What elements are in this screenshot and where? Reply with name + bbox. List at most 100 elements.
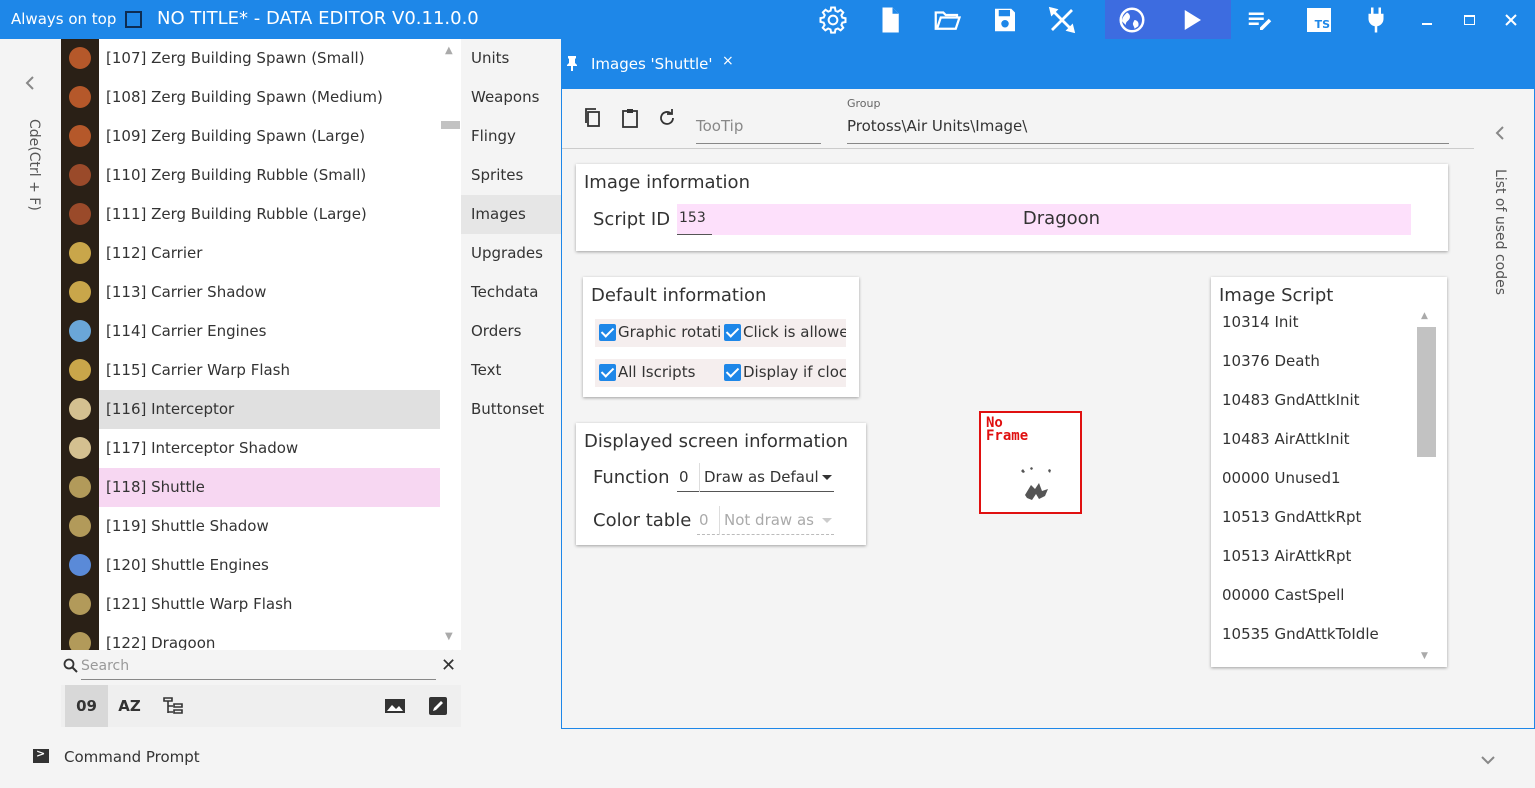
copy-icon[interactable]: [582, 107, 604, 129]
minimize-button[interactable]: [1406, 0, 1448, 39]
list-item[interactable]: [117] Interceptor Shadow: [61, 429, 440, 468]
nav-item-upgrades[interactable]: Upgrades: [461, 234, 561, 273]
tree-view-icon[interactable]: [151, 685, 194, 727]
script-item[interactable]: 10483 AirAttkInit: [1222, 430, 1350, 448]
list-item-label: [110] Zerg Building Rubble (Small): [106, 166, 367, 184]
item-thumbnail: [61, 195, 99, 234]
list-scrollbar[interactable]: ▲ ▼: [440, 39, 461, 650]
image-script-list[interactable]: 10314 Init 10376 Death 10483 GndAttkInit 10…: [1211, 313, 1447, 667]
chevron-left-icon[interactable]: [1494, 125, 1506, 145]
script-id-input[interactable]: 153: [677, 204, 712, 235]
list-item[interactable]: [108] Zerg Building Spawn (Medium): [61, 78, 440, 117]
list-item[interactable]: [115] Carrier Warp Flash: [61, 351, 440, 390]
script-item[interactable]: 10483 GndAttkInit: [1222, 391, 1360, 409]
list-item[interactable]: [122] Dragoon: [61, 624, 440, 650]
code-search-rail-label[interactable]: Cde(Ctrl + F): [20, 119, 42, 259]
edit-list-icon[interactable]: [1232, 0, 1288, 39]
nav-item-sprites[interactable]: Sprites: [461, 156, 561, 195]
nav-item-flingy[interactable]: Flingy: [461, 117, 561, 156]
globe-icon[interactable]: [1104, 0, 1160, 39]
script-item[interactable]: 00000 Unused1: [1222, 469, 1341, 487]
close-icon[interactable]: ✕: [441, 655, 456, 676]
checkbox-checked-icon: [599, 364, 616, 381]
list-item[interactable]: [110] Zerg Building Rubble (Small): [61, 156, 440, 195]
editor-content: TooTip Group Protoss\Air Units\Image\ Im…: [561, 89, 1535, 729]
sort-alpha-button[interactable]: AZ: [108, 685, 151, 727]
pin-icon[interactable]: [565, 55, 579, 75]
nav-item-buttonset[interactable]: Buttonset: [461, 390, 561, 429]
nav-item-weapons[interactable]: Weapons: [461, 78, 561, 117]
list-item[interactable]: [107] Zerg Building Spawn (Small): [61, 39, 440, 78]
ts-icon[interactable]: TS: [1291, 0, 1347, 39]
script-name-select[interactable]: Dragoon: [712, 204, 1411, 235]
nav-item-orders[interactable]: Orders: [461, 312, 561, 351]
scroll-thumb[interactable]: [441, 121, 460, 129]
maximize-button[interactable]: [1448, 0, 1490, 39]
click-allowed-checkbox[interactable]: Click is allowed: [720, 319, 846, 347]
group-field[interactable]: Protoss\Air Units\Image\: [847, 113, 1449, 144]
item-list[interactable]: [107] Zerg Building Spawn (Small) [108] Z…: [61, 39, 461, 650]
image-preview[interactable]: No Frame: [979, 411, 1082, 514]
tools-icon[interactable]: [1034, 0, 1090, 39]
item-thumbnail: [61, 78, 99, 117]
edit-icon[interactable]: [416, 685, 459, 727]
all-iscripts-checkbox[interactable]: All Iscripts: [595, 359, 720, 387]
chevron-left-icon[interactable]: [24, 75, 36, 95]
used-codes-rail-label[interactable]: List of used codes: [1492, 169, 1508, 295]
list-item[interactable]: [119] Shuttle Shadow: [61, 507, 440, 546]
play-icon[interactable]: [1163, 0, 1219, 39]
command-prompt-label[interactable]: Command Prompt: [64, 748, 200, 766]
list-item[interactable]: [111] Zerg Building Rubble (Large): [61, 195, 440, 234]
file-icon[interactable]: [862, 0, 918, 39]
folder-open-icon[interactable]: [919, 0, 975, 39]
tab-images-shuttle[interactable]: Images 'Shuttle' ×: [561, 39, 745, 89]
list-item-label: [112] Carrier: [106, 244, 203, 262]
list-item[interactable]: [113] Carrier Shadow: [61, 273, 440, 312]
list-item[interactable]: [121] Shuttle Warp Flash: [61, 585, 440, 624]
plug-icon[interactable]: [1348, 0, 1404, 39]
chevron-down-icon[interactable]: [1480, 751, 1496, 769]
nav-item-images[interactable]: Images: [461, 195, 561, 234]
list-item[interactable]: [120] Shuttle Engines: [61, 546, 440, 585]
sort-by-number-button[interactable]: 09: [65, 685, 108, 727]
scroll-thumb[interactable]: [1417, 327, 1436, 457]
list-item[interactable]: [118] Shuttle: [61, 468, 440, 507]
graphic-rotation-checkbox[interactable]: Graphic rotatio: [595, 319, 720, 347]
script-scrollbar[interactable]: ▲ ▼: [1416, 309, 1437, 667]
list-tool-row: 09 AZ: [61, 685, 461, 727]
nav-item-techdata[interactable]: Techdata: [461, 273, 561, 312]
scroll-down-icon[interactable]: ▼: [1421, 651, 1428, 661]
always-on-top-checkbox[interactable]: [125, 11, 142, 28]
thumbnail-sprite: [69, 476, 91, 498]
paste-icon[interactable]: [619, 107, 641, 129]
scroll-down-icon[interactable]: ▼: [445, 631, 453, 642]
thumbnail-sprite: [69, 242, 91, 264]
search-input[interactable]: [81, 653, 436, 680]
sort-alpha-label: AZ: [118, 697, 141, 715]
script-item[interactable]: 00000 CastSpell: [1222, 586, 1344, 604]
image-icon[interactable]: [373, 685, 416, 727]
list-item[interactable]: [112] Carrier: [61, 234, 440, 273]
nav-item-units[interactable]: Units: [461, 39, 561, 78]
list-item[interactable]: [114] Carrier Engines: [61, 312, 440, 351]
tab-close-icon[interactable]: ×: [722, 53, 734, 69]
scroll-up-icon[interactable]: ▲: [445, 45, 453, 56]
function-dropdown[interactable]: 0 Draw as Defaul: [677, 463, 834, 492]
checkbox-checked-icon: [724, 324, 741, 341]
nav-item-text[interactable]: Text: [461, 351, 561, 390]
thumbnail-sprite: [69, 164, 91, 186]
save-icon[interactable]: [977, 0, 1033, 39]
script-item[interactable]: 10376 Death: [1222, 352, 1320, 370]
script-item[interactable]: 10513 GndAttkRpt: [1222, 508, 1361, 526]
gear-icon[interactable]: [805, 0, 861, 39]
list-item[interactable]: [109] Zerg Building Spawn (Large): [61, 117, 440, 156]
script-item[interactable]: 10513 AirAttkRpt: [1222, 547, 1351, 565]
scroll-up-icon[interactable]: ▲: [1421, 311, 1428, 321]
script-item[interactable]: 10535 GndAttkToIdle: [1222, 625, 1379, 643]
display-if-cloaked-checkbox[interactable]: Display if clock: [720, 359, 846, 387]
close-window-button[interactable]: [1490, 0, 1532, 39]
script-item[interactable]: 10314 Init: [1222, 313, 1298, 331]
tooltip-field[interactable]: TooTip: [696, 113, 821, 144]
refresh-icon[interactable]: [656, 107, 678, 129]
list-item[interactable]: [116] Interceptor: [61, 390, 440, 429]
